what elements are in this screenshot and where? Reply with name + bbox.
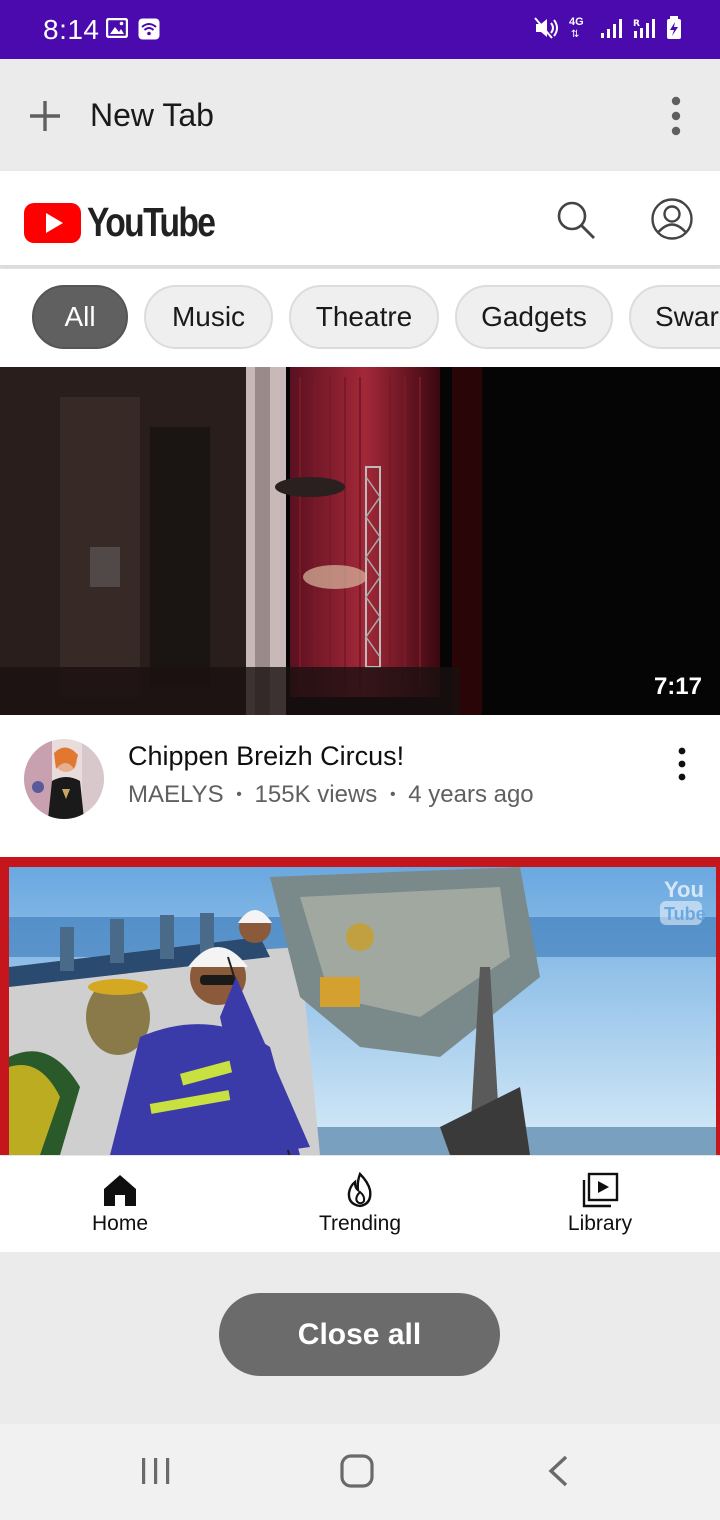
youtube-header: YouTube xyxy=(0,171,720,267)
image-icon xyxy=(106,18,128,38)
chip-label: All xyxy=(64,301,96,332)
video-info[interactable]: Chippen Breizh Circus! MAELYS • 155K vie… xyxy=(0,715,720,857)
roaming-signal-icon: R xyxy=(633,19,655,38)
browser-tab-bar: New Tab xyxy=(0,59,720,171)
mute-icon xyxy=(534,17,558,39)
youtube-logo-text: YouTube xyxy=(87,199,216,245)
video-thumbnail-image: You Tube xyxy=(0,857,720,1155)
nav-library-label: Library xyxy=(567,1212,633,1235)
nav-trending[interactable]: Trending xyxy=(280,1172,440,1236)
status-time: 8:14 xyxy=(43,14,100,45)
chip-gadgets[interactable]: Gadgets xyxy=(455,285,613,349)
nav-library[interactable]: Library xyxy=(520,1172,680,1236)
library-icon xyxy=(582,1172,619,1208)
plus-icon[interactable] xyxy=(28,99,62,133)
chip-label: Music xyxy=(171,301,246,332)
chip-label: Theatre xyxy=(315,301,413,332)
youtube-logo[interactable]: YouTube xyxy=(24,199,242,246)
recents-icon[interactable] xyxy=(140,1454,172,1488)
channel-avatar-image xyxy=(24,739,104,819)
video-thumbnail-image xyxy=(0,367,720,715)
flame-icon xyxy=(347,1172,372,1208)
battery-charging-icon xyxy=(667,16,681,39)
upload-age: 4 years ago xyxy=(408,781,534,808)
tab-title[interactable]: New Tab xyxy=(90,97,214,134)
watermark-text: You xyxy=(664,877,704,902)
svg-text:R: R xyxy=(633,19,640,29)
view-count: 155K views xyxy=(254,781,378,808)
youtube-play-icon xyxy=(24,202,81,243)
chip-music[interactable]: Music xyxy=(144,285,273,349)
back-icon[interactable] xyxy=(546,1454,570,1488)
chip-label: Gadgets xyxy=(481,301,587,332)
chip-swar[interactable]: Swar xyxy=(629,285,720,349)
tab-switcher-footer: Close all xyxy=(0,1252,720,1424)
close-all-button[interactable]: Close all xyxy=(219,1293,500,1376)
channel-name[interactable]: MAELYS xyxy=(128,781,224,808)
svg-text:Tube: Tube xyxy=(664,904,706,924)
channel-avatar[interactable] xyxy=(24,739,104,819)
status-bar: 8:14 4G ⇅ R xyxy=(0,0,720,59)
filter-chips: All Music Theatre Gadgets Swar xyxy=(0,269,720,367)
video-title[interactable]: Chippen Breizh Circus! xyxy=(128,741,404,772)
system-navigation-bar xyxy=(0,1424,720,1520)
nav-home[interactable]: Home xyxy=(40,1172,200,1236)
meta-separator: • xyxy=(389,786,396,803)
wifi-icon xyxy=(138,18,160,40)
search-icon[interactable] xyxy=(554,198,598,242)
meta-separator: • xyxy=(236,786,242,803)
video-thumbnail[interactable]: 7:17 xyxy=(0,367,720,715)
more-vert-icon[interactable] xyxy=(664,96,688,136)
network-type-label: 4G xyxy=(569,16,584,28)
4g-data-icon: 4G ⇅ xyxy=(569,16,584,40)
account-icon[interactable] xyxy=(650,197,694,241)
nav-home-label: Home xyxy=(91,1212,149,1235)
home-button-icon[interactable] xyxy=(340,1454,374,1488)
signal-icon xyxy=(601,19,622,38)
video-meta: MAELYS • 155K views • 4 years ago xyxy=(128,781,534,809)
video-thumbnail[interactable]: You Tube xyxy=(0,857,720,1155)
youtube-bottom-nav: Home Trending Library xyxy=(0,1155,720,1252)
chip-all[interactable]: All xyxy=(32,285,128,349)
nav-trending-label: Trending xyxy=(318,1212,402,1235)
home-icon xyxy=(104,1175,136,1206)
chip-label: Swar xyxy=(655,301,719,332)
video-duration: 7:17 xyxy=(653,673,702,700)
chip-theatre[interactable]: Theatre xyxy=(289,285,439,349)
video-more-icon[interactable] xyxy=(674,747,690,781)
